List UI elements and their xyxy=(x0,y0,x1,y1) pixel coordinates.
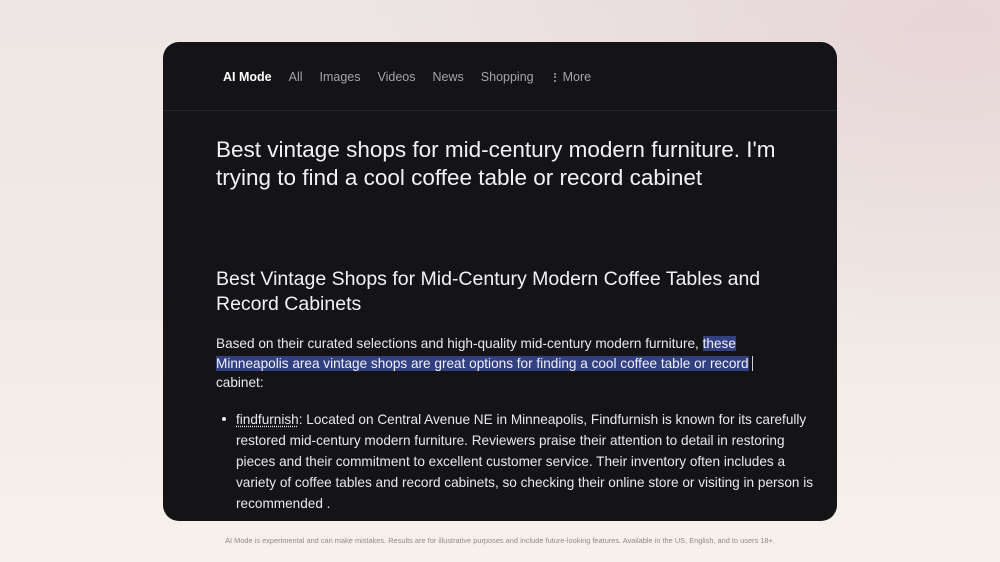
tab-all[interactable]: All xyxy=(289,70,303,84)
tab-more-label: More xyxy=(562,70,592,84)
text-cursor-icon xyxy=(751,355,753,371)
tab-more[interactable]: More xyxy=(553,70,592,84)
ai-mode-panel: AI Mode All Images Videos News Shopping … xyxy=(163,42,837,521)
intro-text: Based on their curated selections and hi… xyxy=(216,336,703,351)
query-text: Best vintage shops for mid-century moder… xyxy=(216,137,776,190)
shop-description: : Located on Central Avenue NE in Minnea… xyxy=(236,412,814,511)
tab-ai-mode[interactable]: AI Mode xyxy=(223,70,272,84)
search-tabs: AI Mode All Images Videos News Shopping … xyxy=(223,67,608,87)
shop-link-findfurnish[interactable]: findfurnish xyxy=(236,412,299,427)
bullet-icon xyxy=(222,417,226,421)
list-item: findfurnish: Located on Central Avenue N… xyxy=(216,409,816,514)
disclaimer: AI Mode is experimental and can make mis… xyxy=(225,536,775,545)
tabs-divider xyxy=(163,110,837,111)
answer-heading: Best Vintage Shops for Mid-Century Moder… xyxy=(216,268,761,315)
intro-text-end: cabinet: xyxy=(216,375,264,390)
answer-intro: Based on their curated selections and hi… xyxy=(216,334,796,393)
tab-videos[interactable]: Videos xyxy=(378,70,416,84)
kebab-icon xyxy=(553,72,556,82)
tab-images[interactable]: Images xyxy=(320,70,361,84)
tab-news[interactable]: News xyxy=(433,70,464,84)
shop-list: findfurnish: Located on Central Avenue N… xyxy=(216,409,816,514)
tab-shopping[interactable]: Shopping xyxy=(481,70,534,84)
